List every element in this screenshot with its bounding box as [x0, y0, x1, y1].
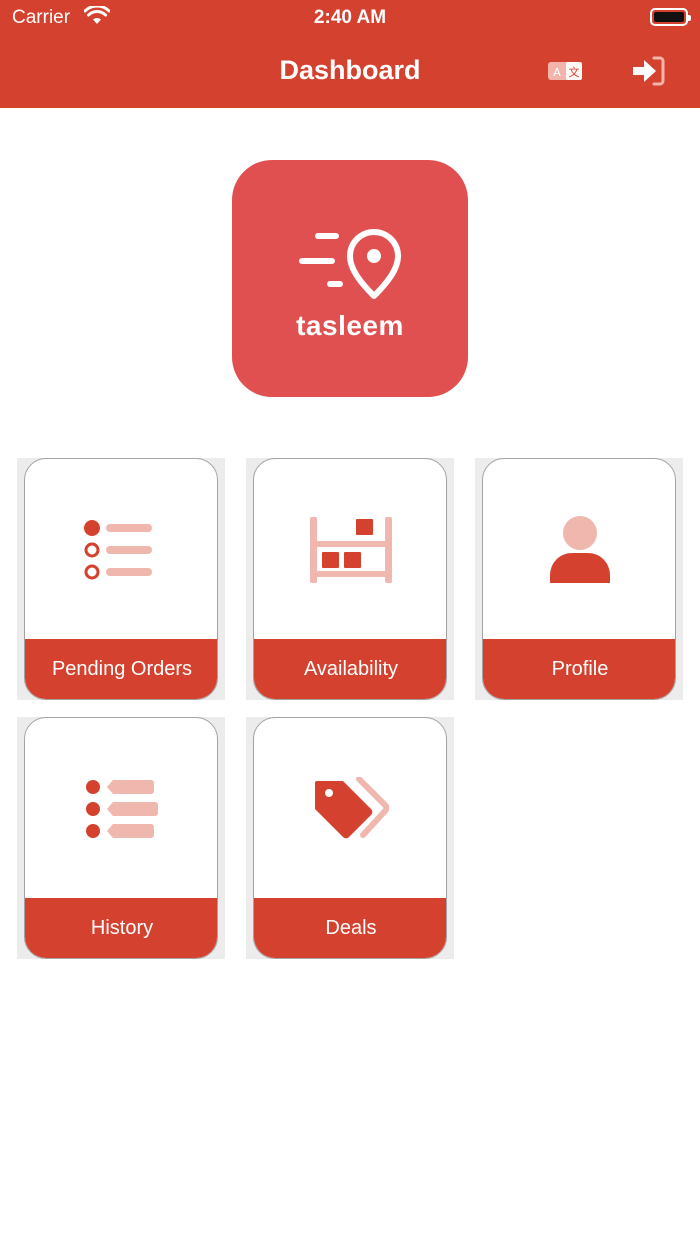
deals-icon: [315, 777, 389, 839]
availability-icon: [310, 517, 392, 583]
tile-shell: Profile: [475, 458, 683, 700]
pending-orders-icon: [84, 520, 152, 580]
profile-tile[interactable]: Profile: [482, 458, 676, 700]
app-logo: tasleem: [232, 160, 468, 397]
availability-tile[interactable]: Availability: [253, 458, 447, 700]
history-label: History: [25, 898, 217, 958]
tile-shell: History: [17, 717, 225, 959]
tile-shell: Availability: [246, 458, 454, 700]
location-pin-icon: [299, 229, 401, 299]
logout-icon[interactable]: [630, 55, 668, 87]
language-icon[interactable]: A 文: [546, 56, 584, 86]
svg-text:A: A: [553, 66, 561, 79]
deals-label: Deals: [254, 898, 446, 958]
profile-icon: [550, 516, 610, 583]
app-header: Carrier 2:40 AM Dashboard A 文: [0, 0, 700, 108]
history-tile[interactable]: History: [24, 717, 218, 959]
page-title: Dashboard: [279, 55, 421, 85]
tile-shell: Pending Orders: [17, 458, 225, 700]
pending-orders-tile[interactable]: Pending Orders: [24, 458, 218, 700]
status-time: 2:40 AM: [313, 7, 387, 28]
svg-text:文: 文: [569, 65, 580, 79]
profile-label: Profile: [483, 639, 675, 699]
pending-orders-label: Pending Orders: [25, 639, 217, 699]
history-icon: [86, 780, 158, 838]
status-bar: Carrier 2:40 AM: [0, 0, 700, 36]
logo-text: tasleem: [296, 310, 404, 341]
battery-icon: [650, 8, 691, 26]
deals-tile[interactable]: Deals: [253, 717, 447, 959]
availability-label: Availability: [254, 639, 446, 699]
tile-shell: Deals: [246, 717, 454, 959]
